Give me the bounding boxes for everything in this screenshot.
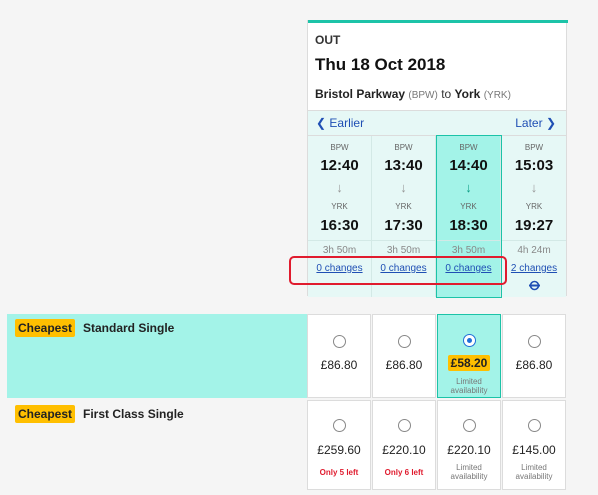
fare-cell[interactable]: £86.80 (307, 314, 371, 398)
arrival-station-code: YRK (525, 202, 543, 211)
seats-left-note: Only 5 left (319, 468, 359, 477)
arrival-station-code: YRK (395, 202, 412, 211)
fare-cell-selected[interactable]: £58.20 Limited availability (437, 314, 501, 398)
destination-station: York (454, 87, 481, 101)
fare-radio[interactable] (398, 335, 411, 348)
seats-left-note: Only 6 left (384, 468, 424, 477)
journey-date: Thu 18 Oct 2018 (315, 55, 446, 74)
earlier-button[interactable]: ❮ Earlier (316, 116, 364, 130)
changes-link[interactable]: 2 changes (502, 263, 566, 274)
chevron-right-icon: ❯ (545, 116, 556, 130)
departure-station-code: BPW (524, 143, 544, 152)
arrival-time: 16:30 (320, 217, 359, 234)
departure-station-code: BPW (459, 143, 478, 152)
fare-price: £86.80 (515, 358, 553, 372)
fare-cell[interactable]: £259.60 Only 5 left (307, 400, 371, 490)
fare-row-standard: Cheapest Standard Single (7, 314, 307, 398)
journey-duration: 3h 50m (322, 245, 357, 256)
origin-code: (BPW) (408, 90, 438, 101)
column-divider (372, 240, 435, 241)
column-divider (437, 240, 500, 241)
destination-code: (YRK) (483, 90, 511, 101)
train-column[interactable]: BPW 15:03 ↓ YRK 19:27 4h 24m 2 changes (502, 136, 566, 297)
route-to-word: to (441, 87, 452, 101)
fare-cell[interactable]: £86.80 (502, 314, 566, 398)
chevron-left-icon: ❮ (316, 116, 327, 130)
fare-cell[interactable]: £220.10 Only 6 left (372, 400, 436, 490)
journey-route: Bristol Parkway (BPW) to York (YRK) (315, 87, 511, 101)
fare-radio[interactable] (398, 419, 411, 432)
time-nav-row: ❮ Earlier Later ❯ (308, 110, 566, 136)
departure-time: 14:40 (449, 157, 488, 174)
departure-time: 12:40 (320, 157, 359, 174)
fare-price: £220.10 (382, 443, 426, 457)
arrow-down-icon: ↓ (530, 180, 538, 195)
fare-radio[interactable] (333, 335, 346, 348)
fare-cell[interactable]: £220.10 Limited availability (437, 400, 501, 490)
journey-duration: 3h 50m (386, 245, 421, 256)
availability-note: Limited availability (450, 377, 488, 395)
journey-card: OUT Thu 18 Oct 2018 Bristol Parkway (BPW… (307, 20, 568, 298)
arrival-time: 17:30 (384, 217, 423, 234)
arrival-time: 19:27 (514, 217, 554, 234)
fare-price: £86.80 (320, 358, 358, 372)
fare-radio[interactable] (528, 335, 541, 348)
fare-price: £259.60 (317, 443, 361, 457)
arrow-down-icon: ↓ (336, 180, 343, 195)
card-accent-line (308, 20, 568, 23)
departure-time: 13:40 (384, 157, 423, 174)
fare-row-first-class: Cheapest First Class Single (7, 400, 307, 490)
cheapest-badge: Cheapest (15, 319, 76, 337)
cheapest-badge: Cheapest (15, 405, 76, 423)
journey-direction: OUT (315, 33, 341, 47)
fare-radio[interactable] (528, 419, 541, 432)
fare-price: £86.80 (385, 358, 423, 372)
fare-price: £145.00 (512, 443, 556, 457)
underground-icon (529, 280, 540, 291)
journey-duration: 4h 24m (517, 245, 551, 256)
fare-price-highlight: £58.20 (448, 355, 490, 371)
fare-price: £220.10 (447, 443, 491, 457)
fare-radio[interactable] (463, 419, 476, 432)
arrow-down-icon: ↓ (465, 180, 472, 195)
highlight-box (289, 256, 507, 285)
origin-station: Bristol Parkway (315, 87, 406, 101)
fare-cell[interactable]: £145.00 Limited availability (502, 400, 566, 490)
fare-radio-selected[interactable] (463, 334, 476, 347)
journey-duration: 3h 50m (451, 245, 486, 256)
departure-time: 15:03 (514, 157, 554, 174)
arrow-down-icon: ↓ (400, 180, 407, 195)
availability-note: Limited availability (515, 463, 553, 481)
departure-station-code: BPW (394, 143, 413, 152)
availability-note: Limited availability (450, 463, 488, 481)
later-label: Later (515, 116, 543, 130)
fare-name: First Class Single (83, 407, 184, 421)
arrival-station-code: YRK (460, 202, 477, 211)
earlier-label: Earlier (329, 116, 365, 130)
arrival-time: 18:30 (449, 217, 488, 234)
column-divider (308, 240, 371, 241)
fare-name: Standard Single (83, 321, 175, 335)
arrival-station-code: YRK (331, 202, 348, 211)
fare-radio[interactable] (333, 419, 346, 432)
later-button[interactable]: Later ❯ (515, 116, 556, 130)
fare-cell[interactable]: £86.80 (372, 314, 436, 398)
column-divider (502, 240, 566, 241)
departure-station-code: BPW (330, 143, 349, 152)
